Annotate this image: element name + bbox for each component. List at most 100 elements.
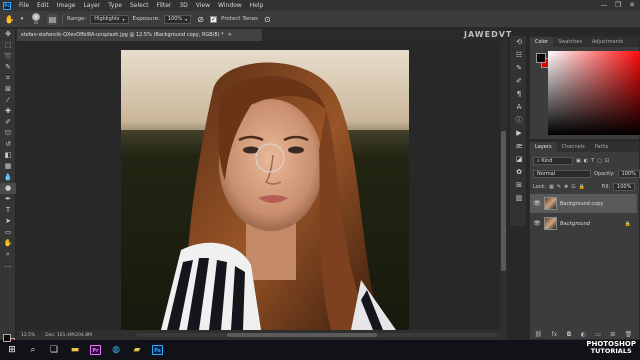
histogram-icon[interactable]: ▥ (510, 192, 528, 205)
new-group-icon[interactable]: ▭ (595, 331, 601, 338)
filter-pixel-icon[interactable]: ▣ (576, 158, 581, 164)
menu-window[interactable]: Window (214, 0, 246, 11)
document-tab[interactable]: stefan-stefancik-QXevDflbl8A-unsplash.jp… (17, 29, 262, 41)
history-brush-tool-icon[interactable]: ↺ (0, 139, 16, 150)
tab-swatches[interactable]: Swatches (553, 37, 587, 47)
properties-icon[interactable]: ☷ (510, 49, 528, 62)
lasso-tool-icon[interactable]: ➰ (0, 51, 16, 62)
pressure-size-icon[interactable]: ⊙ (262, 14, 273, 25)
exposure-input[interactable]: 100% ▾ (163, 14, 192, 24)
history-icon[interactable]: ⟲ (510, 36, 528, 49)
foreground-color-chip[interactable] (536, 53, 546, 63)
protect-tones-checkbox[interactable]: ✓ (210, 15, 218, 23)
pen-tool-icon[interactable]: ✒ (0, 194, 16, 205)
eyedropper-tool-icon[interactable]: ⁄ (0, 95, 16, 106)
path-selection-tool-icon[interactable]: ➤ (0, 216, 16, 227)
brush-tool-icon[interactable]: ✐ (0, 117, 16, 128)
zoom-tool-icon[interactable]: ⌕ (0, 249, 16, 260)
more-tools-icon[interactable]: … (0, 260, 16, 271)
edge-browser-icon[interactable]: ◍ (110, 344, 122, 356)
layer-row-background-copy[interactable]: 👁 Background copy (530, 194, 637, 213)
airbrush-icon[interactable]: ⊘ (195, 14, 206, 25)
layer-style-icon[interactable]: fx (552, 331, 558, 338)
dodge-tool-icon[interactable]: ● (0, 183, 16, 194)
menu-filter[interactable]: Filter (153, 0, 176, 11)
blur-tool-icon[interactable]: 💧 (0, 172, 16, 183)
task-view-icon[interactable]: ❏ (48, 344, 60, 356)
photoshop-taskbar-icon[interactable]: Ps (152, 345, 163, 355)
premiere-pro-icon[interactable]: Pr (90, 345, 101, 355)
lock-artboard-icon[interactable]: ⊡ (571, 184, 575, 190)
portrait-photo[interactable] (121, 50, 409, 330)
folder-icon[interactable]: ▰ (131, 344, 143, 356)
eraser-tool-icon[interactable]: ◧ (0, 150, 16, 161)
brushes-icon[interactable]: ✐ (510, 75, 528, 88)
menu-help[interactable]: Help (246, 0, 268, 11)
lock-image-icon[interactable]: ✎ (557, 184, 561, 190)
minimize-button[interactable]: — (597, 0, 611, 11)
clone-stamp-tool-icon[interactable]: ⛫ (0, 128, 16, 139)
crop-tool-icon[interactable]: ⌗ (0, 73, 16, 84)
tab-channels[interactable]: Channels (557, 142, 590, 152)
close-tab-icon[interactable]: ✕ (228, 32, 232, 38)
filter-shape-icon[interactable]: ▢ (597, 158, 602, 164)
marquee-tool-icon[interactable]: ⬚ (0, 40, 16, 51)
blend-mode-select[interactable]: Normal (533, 169, 591, 178)
scrollbar-thumb[interactable] (501, 131, 506, 271)
menu-view[interactable]: View (192, 0, 214, 11)
hand-tool-icon[interactable]: ✋ (0, 238, 16, 249)
doc-info[interactable]: Doc: 101.4M/204.8M (45, 333, 92, 338)
menu-type[interactable]: Type (104, 0, 126, 11)
navigator-icon[interactable]: ⊞ (510, 179, 528, 192)
filter-type-icon[interactable]: T (591, 158, 594, 164)
link-layers-icon[interactable]: ⛓ (535, 331, 543, 338)
tool-preset-chevron-icon[interactable]: ▾ (19, 14, 25, 25)
burn-tool-icon[interactable]: ✋ (4, 14, 15, 25)
menu-edit[interactable]: Edit (33, 0, 53, 11)
lock-position-icon[interactable]: ✥ (564, 184, 568, 190)
visibility-eye-icon[interactable]: 👁 (533, 220, 541, 227)
glyphs-icon[interactable]: æ (510, 140, 528, 153)
visibility-eye-icon[interactable]: 👁 (533, 200, 541, 207)
filter-adjustment-icon[interactable]: ◐ (584, 158, 588, 164)
frame-tool-icon[interactable]: ⊠ (0, 84, 16, 95)
adjustment-layer-icon[interactable]: ◐ (581, 331, 586, 338)
layer-filter-select[interactable]: ⌕ Kind (533, 156, 573, 165)
delete-layer-icon[interactable]: 🗑 (625, 331, 633, 338)
close-button[interactable]: ✕ (625, 0, 639, 11)
rectangle-tool-icon[interactable]: ▭ (0, 227, 16, 238)
lock-all-icon[interactable]: 🔒 (578, 184, 584, 190)
foreground-color-swatch[interactable] (3, 334, 11, 342)
filter-smart-object-icon[interactable]: ⊡ (605, 158, 609, 164)
menu-3d[interactable]: 3D (175, 0, 191, 11)
add-mask-icon[interactable]: ◘ (567, 331, 572, 338)
canvas-vertical-scrollbar[interactable] (500, 41, 507, 330)
paragraph-icon[interactable]: ¶ (510, 88, 528, 101)
menu-image[interactable]: Image (53, 0, 80, 11)
libraries-icon[interactable]: ◪ (510, 153, 528, 166)
file-explorer-icon[interactable]: ▬ (69, 344, 81, 356)
character-icon[interactable]: A (510, 101, 528, 114)
tab-color[interactable]: Color (530, 37, 554, 47)
search-icon[interactable]: ⌕ (27, 344, 39, 356)
fill-input[interactable]: 100% (613, 182, 636, 191)
windows-start-icon[interactable]: ⊞ (6, 344, 18, 356)
layer-row-background[interactable]: 👁 Background 🔒 (530, 214, 637, 233)
brush-preset-picker[interactable]: 65 (29, 13, 43, 25)
restore-button[interactable]: ❐ (611, 0, 625, 11)
quick-select-tool-icon[interactable]: ✎ (0, 62, 16, 73)
healing-brush-tool-icon[interactable]: ✚ (0, 106, 16, 117)
tab-adjustments[interactable]: Adjustments (587, 37, 628, 47)
menu-file[interactable]: File (15, 0, 33, 11)
menu-layer[interactable]: Layer (79, 0, 104, 11)
opacity-input[interactable]: 100% (617, 169, 640, 178)
menu-select[interactable]: Select (126, 0, 153, 11)
styles-icon[interactable]: ✿ (510, 166, 528, 179)
actions-icon[interactable]: ▶ (510, 127, 528, 140)
info-icon[interactable]: ⓘ (510, 114, 528, 127)
new-layer-icon[interactable]: ⊞ (610, 331, 615, 338)
brush-settings-icon[interactable]: ▤ (47, 13, 58, 25)
color-saturation-field[interactable] (548, 51, 640, 135)
canvas-area[interactable] (17, 41, 500, 330)
lock-transparent-icon[interactable]: ▦ (549, 184, 554, 190)
